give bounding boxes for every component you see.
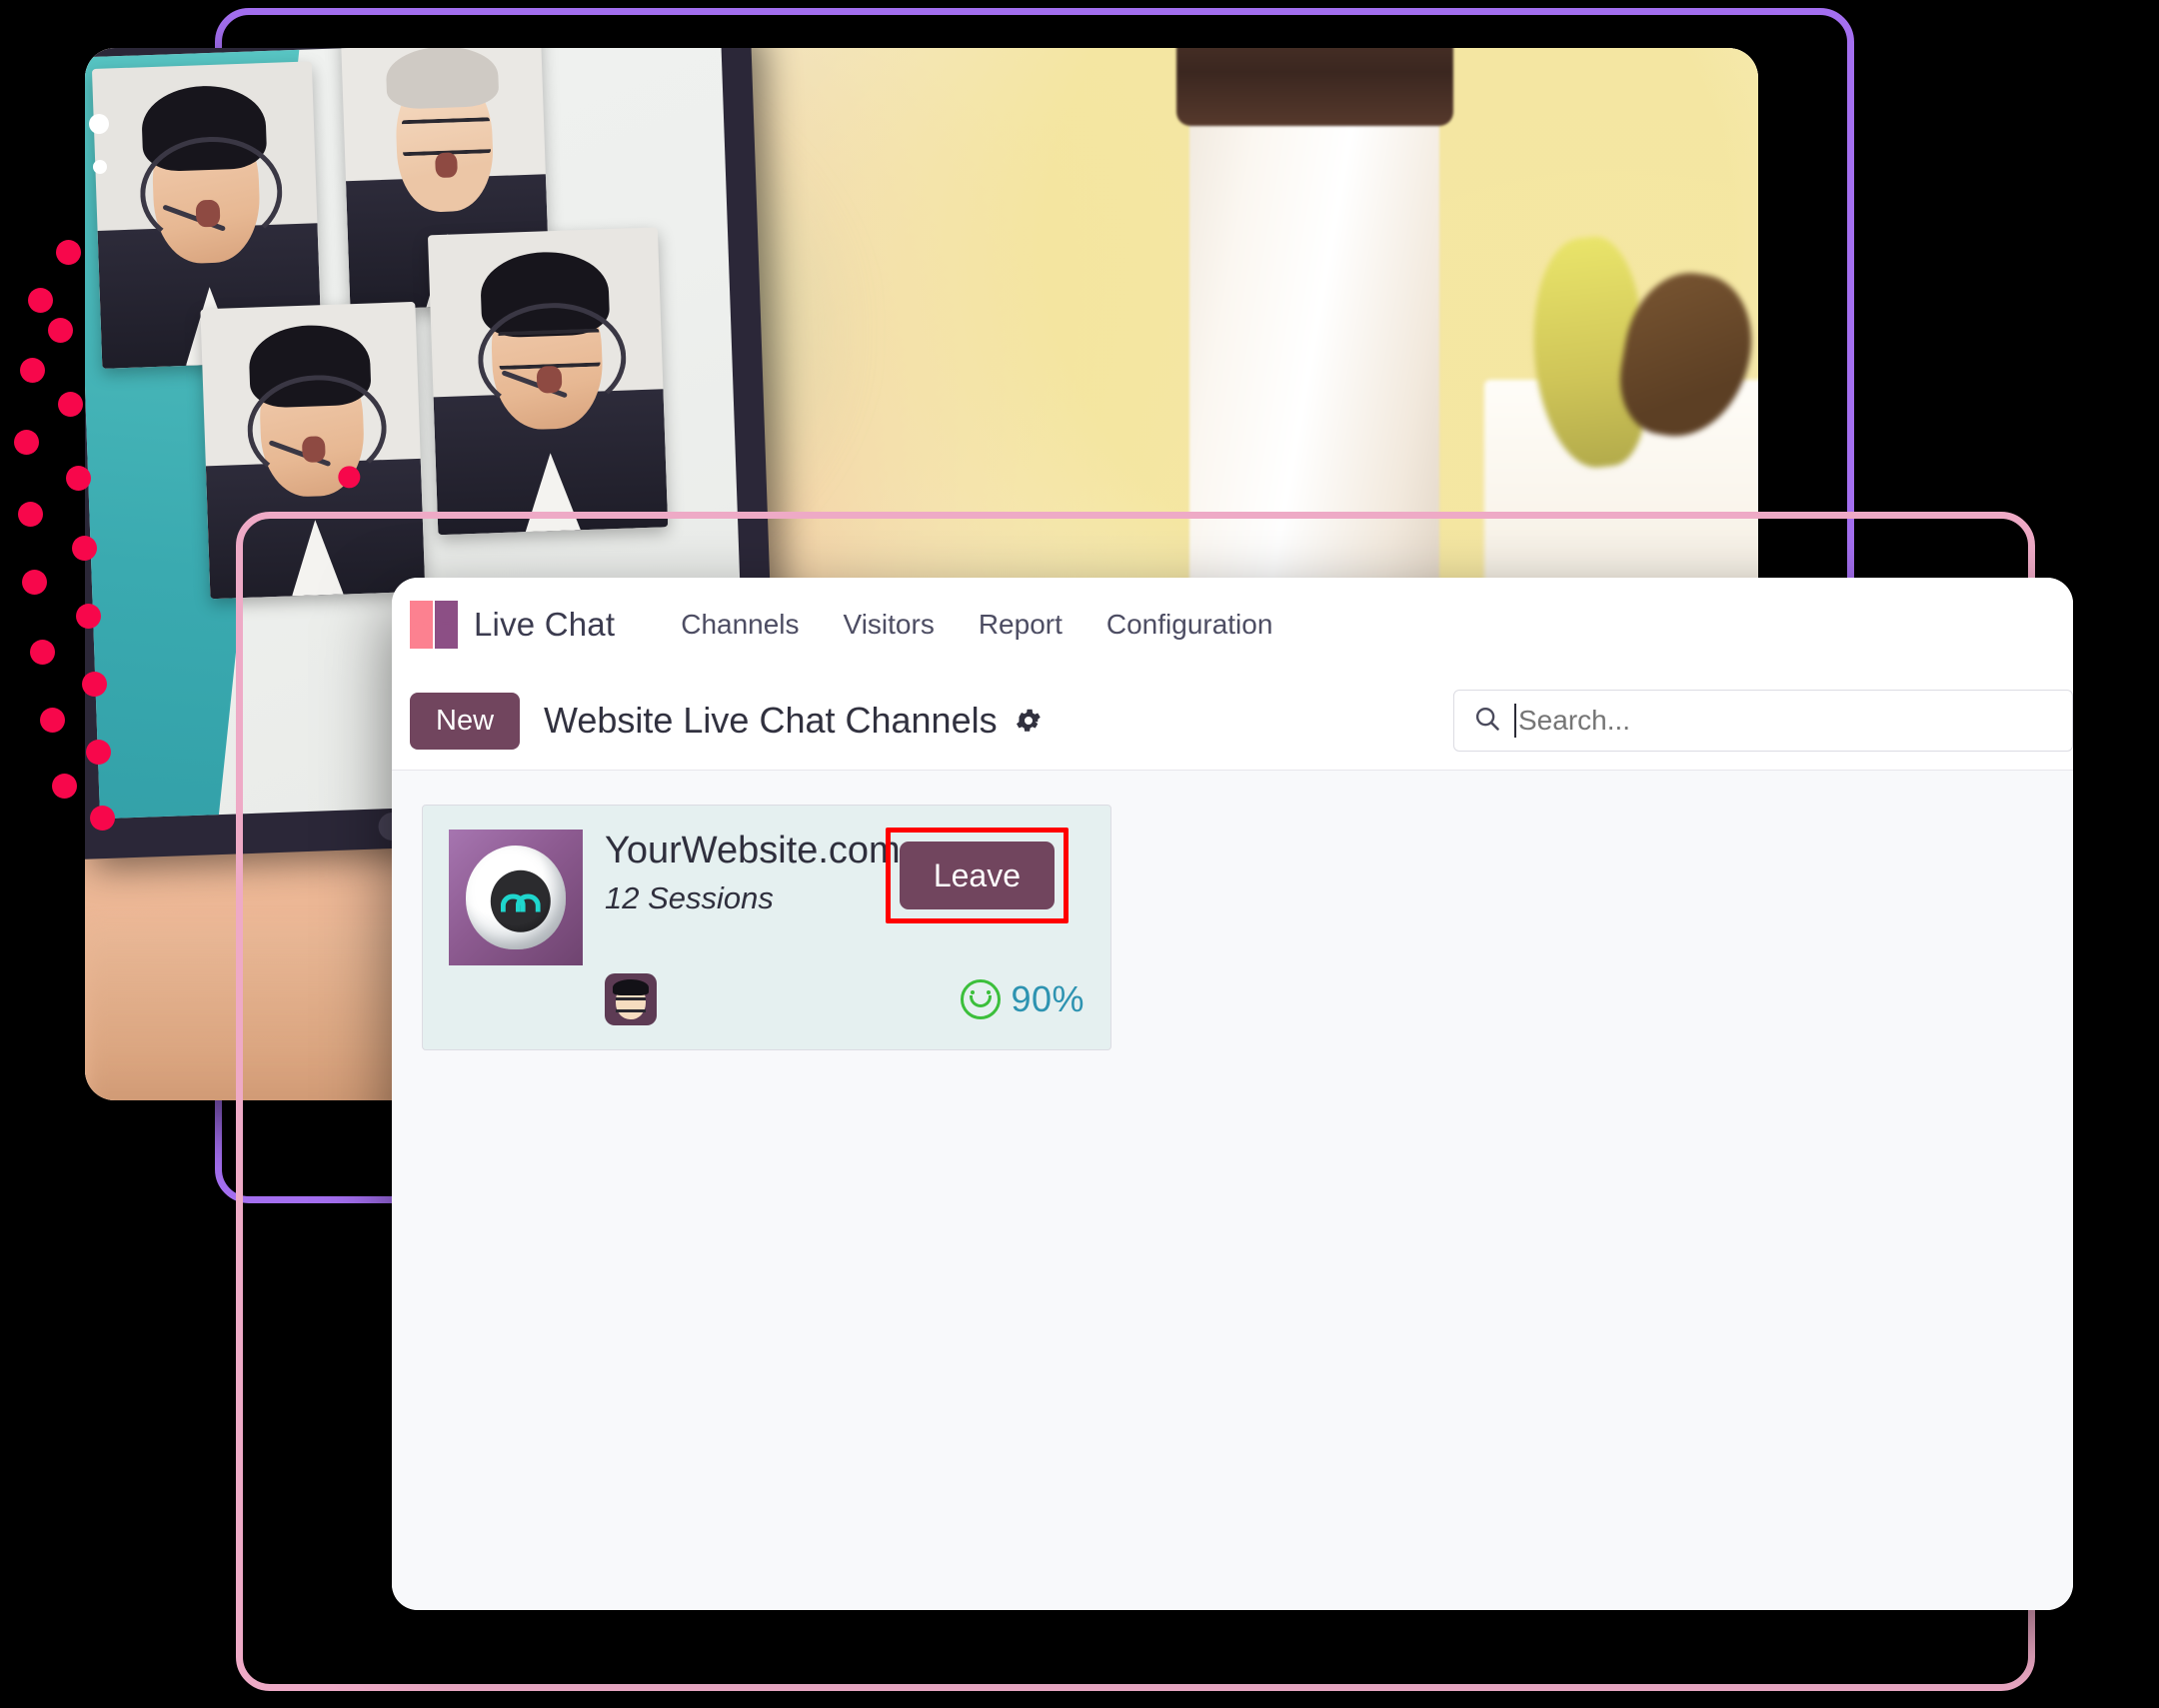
brand-name: Live Chat bbox=[474, 606, 616, 643]
decorative-dot bbox=[52, 774, 77, 799]
channels-list: YourWebsite.com 12 Sessions Leave 90% bbox=[392, 771, 2073, 1610]
new-button[interactable]: New bbox=[410, 692, 521, 750]
leave-button-highlight: Leave bbox=[885, 828, 1069, 924]
decorative-dot bbox=[40, 708, 65, 733]
decorative-white-dot bbox=[89, 114, 109, 134]
decorative-dot bbox=[20, 358, 45, 383]
nav-link-visitors[interactable]: Visitors bbox=[822, 603, 957, 647]
two-people-logo-icon bbox=[410, 601, 458, 649]
search-input[interactable] bbox=[1518, 705, 2054, 737]
decorative-dot bbox=[22, 570, 47, 595]
decorative-dot bbox=[48, 318, 73, 343]
robot-visor bbox=[490, 869, 551, 932]
control-bar: New Website Live Chat Channels bbox=[392, 672, 2073, 771]
page-title: Website Live Chat Channels bbox=[544, 700, 998, 741]
decorative-dot bbox=[66, 466, 91, 491]
nav-link-channels[interactable]: Channels bbox=[659, 603, 821, 647]
agent-portrait bbox=[200, 301, 426, 600]
decorative-white-dot bbox=[93, 160, 107, 174]
nav-link-report[interactable]: Report bbox=[957, 603, 1084, 647]
rating-value: 90% bbox=[1011, 978, 1084, 1019]
gear-icon[interactable] bbox=[1014, 706, 1044, 736]
decorative-dot bbox=[14, 430, 39, 455]
satisfaction-rating: 90% bbox=[961, 978, 1084, 1020]
leave-button[interactable]: Leave bbox=[899, 842, 1055, 910]
decorative-dot bbox=[56, 240, 81, 265]
search-icon bbox=[1472, 704, 1502, 739]
breadcrumb: Website Live Chat Channels bbox=[544, 700, 1044, 742]
decorative-dot bbox=[72, 536, 97, 561]
channel-card-bottom: 90% bbox=[449, 973, 1084, 1025]
nav-link-configuration[interactable]: Configuration bbox=[1084, 603, 1295, 647]
operator-avatar-icon[interactable] bbox=[605, 973, 657, 1025]
robot-avatar-icon bbox=[449, 830, 583, 965]
decorative-dot bbox=[86, 740, 111, 765]
brand[interactable]: Live Chat bbox=[410, 601, 615, 649]
text-cursor bbox=[1514, 704, 1516, 738]
live-chat-app-window: Live Chat Channels Visitors Report Confi… bbox=[392, 578, 2073, 1610]
agent-portrait bbox=[427, 227, 669, 536]
decorative-dot bbox=[18, 502, 43, 527]
coffee-cup-lid bbox=[1176, 48, 1453, 126]
channel-card[interactable]: YourWebsite.com 12 Sessions Leave 90% bbox=[422, 805, 1111, 1050]
decorative-dot bbox=[28, 288, 53, 313]
smiley-face-icon bbox=[961, 979, 1002, 1019]
robot-eye-right bbox=[515, 893, 541, 912]
decorative-dot bbox=[90, 806, 115, 831]
decorative-dot bbox=[82, 672, 107, 697]
decorative-dot bbox=[30, 640, 55, 665]
decorative-dot bbox=[76, 604, 101, 629]
decorative-dot bbox=[58, 392, 83, 417]
robot-head bbox=[466, 846, 566, 949]
top-navigation-bar: Live Chat Channels Visitors Report Confi… bbox=[392, 578, 2073, 672]
search-box[interactable] bbox=[1453, 690, 2073, 752]
decorative-dot-cluster bbox=[0, 240, 190, 859]
